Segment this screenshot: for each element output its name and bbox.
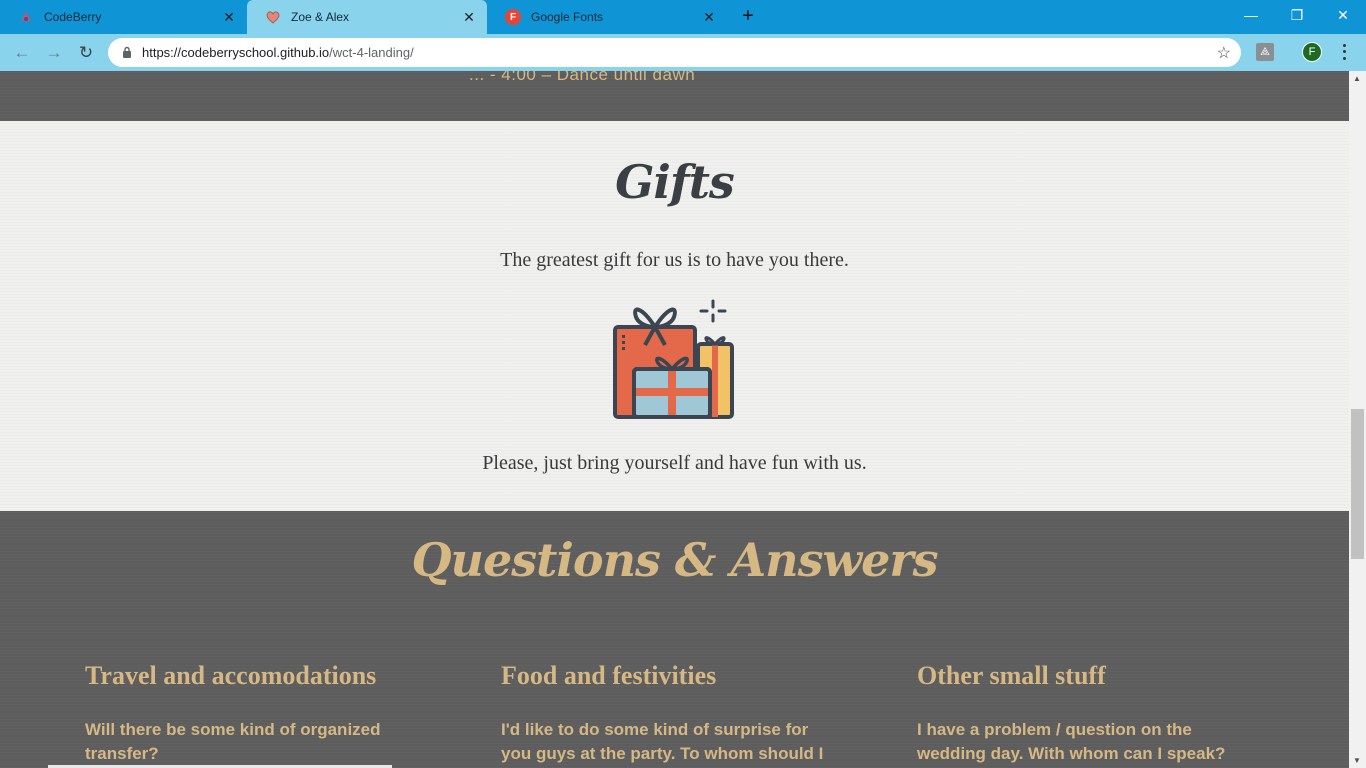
gifts-text-secondary: Please, just bring yourself and have fun… xyxy=(482,452,867,474)
codeberry-icon xyxy=(18,9,34,25)
scroll-up-arrow-icon[interactable]: ▲ xyxy=(1353,74,1361,83)
new-tab-button[interactable]: + xyxy=(738,6,758,26)
bookmark-star-icon[interactable]: ☆ xyxy=(1217,43,1231,63)
lock-icon xyxy=(123,46,131,58)
forward-arrow-icon[interactable]: → xyxy=(43,42,65,64)
back-arrow-icon[interactable]: ← xyxy=(11,42,33,64)
pdf-extension-icon[interactable]: ⟁ xyxy=(1256,43,1274,61)
tab-google-fonts[interactable]: F Google Fonts ✕ xyxy=(487,0,727,34)
qa-column-travel: Travel and accomodations Will there be s… xyxy=(85,661,445,766)
tab-zoe-alex[interactable]: Zoe & Alex ✕ xyxy=(247,0,487,34)
heart-icon xyxy=(265,9,281,25)
scrollbar-thumb[interactable] xyxy=(1351,409,1364,559)
tab-bar: CodeBerry ✕ Zoe & Alex ✕ F Google Fonts … xyxy=(0,0,1366,34)
page-content: ... - 4:00 – Dance until dawn Gifts The … xyxy=(0,71,1349,768)
google-fonts-icon: F xyxy=(505,9,521,25)
gifts-section: Gifts The greatest gift for us is to hav… xyxy=(0,121,1349,511)
reload-icon[interactable]: ↻ xyxy=(75,42,97,64)
scroll-down-arrow-icon[interactable]: ▼ xyxy=(1353,756,1361,765)
qa-column-title: Travel and accomodations xyxy=(85,661,377,690)
close-window-button[interactable]: ✕ xyxy=(1320,0,1366,30)
gifts-heading: Gifts xyxy=(615,155,735,209)
close-tab-icon[interactable]: ✕ xyxy=(461,9,477,25)
gifts-text-primary: The greatest gift for us is to have you … xyxy=(500,249,849,271)
tab-title: CodeBerry xyxy=(44,10,102,24)
kebab-menu-icon[interactable] xyxy=(1336,42,1352,62)
qa-question[interactable]: I have a problem / question on the weddi… xyxy=(917,718,1257,766)
vertical-scrollbar[interactable]: ▲ ▼ xyxy=(1349,71,1366,768)
close-tab-icon[interactable]: ✕ xyxy=(221,9,237,25)
restore-button[interactable]: ❐ xyxy=(1274,0,1320,30)
browser-toolbar: ← → ↻ https://codeberryschool.github.io/… xyxy=(0,34,1366,71)
qa-question[interactable]: Will there be some kind of organized tra… xyxy=(85,718,425,766)
address-bar[interactable]: https://codeberryschool.github.io/wct-4-… xyxy=(108,38,1241,67)
qa-section: Questions & Answers Travel and accomodat… xyxy=(0,511,1349,768)
schedule-item: ... - 4:00 – Dance until dawn xyxy=(469,71,696,84)
qa-question[interactable]: I'd like to do some kind of surprise for… xyxy=(501,718,841,766)
url-text: https://codeberryschool.github.io/wct-4-… xyxy=(142,45,414,60)
profile-avatar[interactable]: F xyxy=(1302,42,1322,62)
minimize-button[interactable]: — xyxy=(1228,0,1274,30)
close-tab-icon[interactable]: ✕ xyxy=(701,9,717,25)
tab-codeberry[interactable]: CodeBerry ✕ xyxy=(0,0,247,34)
qa-column-title: Food and festivities xyxy=(501,661,717,690)
tab-title: Zoe & Alex xyxy=(291,10,350,24)
qa-column-title: Other small stuff xyxy=(917,661,1106,690)
qa-column-other: Other small stuff I have a problem / que… xyxy=(917,661,1277,766)
gift-boxes-icon xyxy=(613,299,734,419)
schedule-section: ... - 4:00 – Dance until dawn xyxy=(0,71,1349,121)
qa-column-food: Food and festivities I'd like to do some… xyxy=(501,661,861,766)
tab-title: Google Fonts xyxy=(531,10,604,24)
qa-heading: Questions & Answers xyxy=(411,533,938,587)
